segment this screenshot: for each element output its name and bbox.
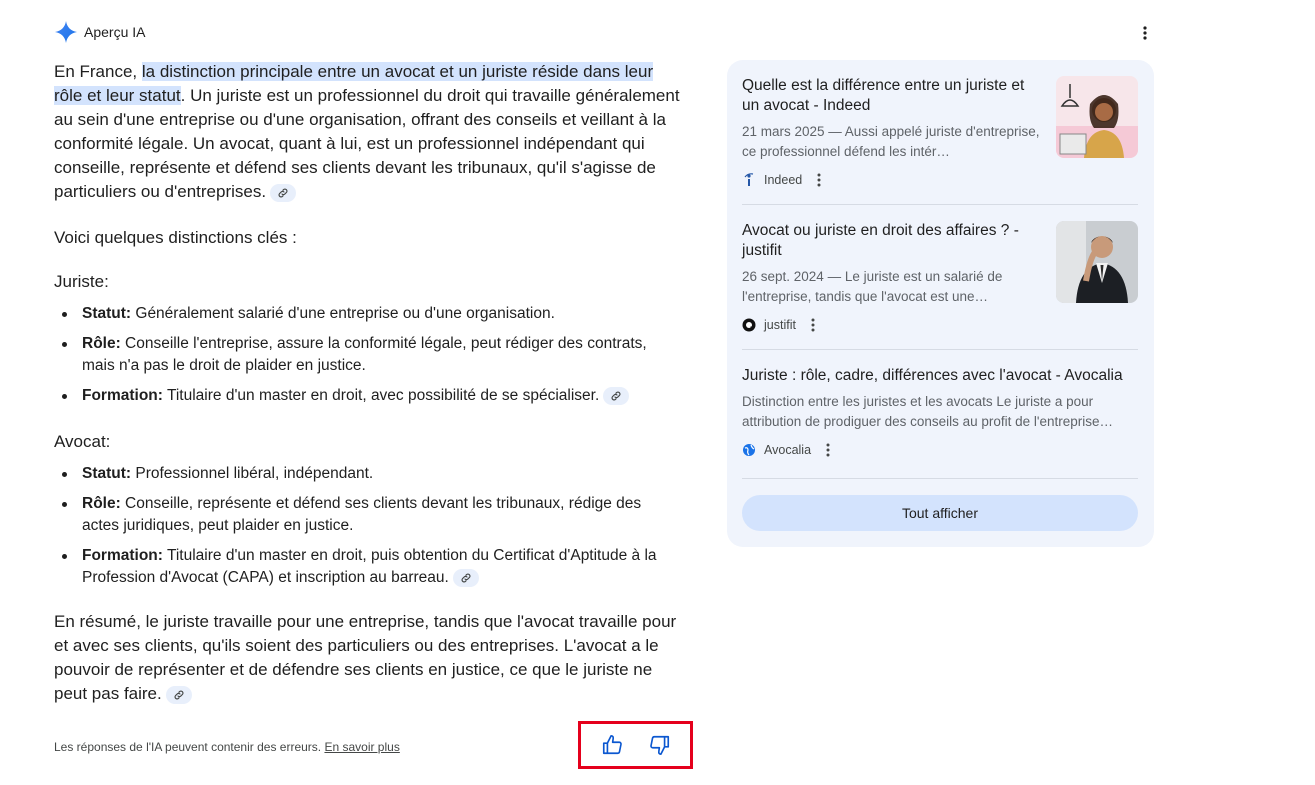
item-label: Rôle: bbox=[82, 495, 121, 512]
justifit-logo-icon bbox=[742, 318, 756, 332]
source-link-chip[interactable] bbox=[603, 386, 630, 405]
source-options-icon[interactable] bbox=[821, 442, 835, 458]
item-label: Formation: bbox=[82, 547, 163, 564]
item-label: Rôle: bbox=[82, 335, 121, 352]
source-site: justifit bbox=[742, 317, 1138, 333]
list-item: Statut: Généralement salarié d'une entre… bbox=[54, 303, 682, 325]
source-card-avocalia[interactable]: Juriste : rôle, cadre, différences avec … bbox=[742, 350, 1138, 458]
item-text: Titulaire d'un master en droit, avec pos… bbox=[162, 387, 600, 404]
sources-panel: Quelle est la différence entre un jurist… bbox=[727, 60, 1154, 547]
link-icon bbox=[461, 573, 471, 583]
ai-disclaimer: Les réponses de l'IA peuvent contenir de… bbox=[54, 740, 400, 754]
source-card-indeed[interactable]: Quelle est la différence entre un jurist… bbox=[742, 60, 1138, 188]
answer-text: En France, bbox=[54, 62, 142, 81]
gemini-spark-icon bbox=[55, 21, 77, 43]
list-item: Formation: Titulaire d'un master en droi… bbox=[54, 545, 682, 589]
list-item: Statut: Professionnel libéral, indépenda… bbox=[54, 463, 682, 485]
thumbs-up-button[interactable] bbox=[599, 732, 625, 758]
disclaimer-text: Les réponses de l'IA peuvent contenir de… bbox=[54, 740, 325, 754]
source-options-icon[interactable] bbox=[806, 317, 820, 333]
avocat-list: Statut: Professionnel libéral, indépenda… bbox=[54, 463, 682, 597]
globe-icon bbox=[742, 443, 756, 457]
juriste-list: Statut: Généralement salarié d'une entre… bbox=[54, 303, 682, 415]
item-text: Conseille l'entreprise, assure la confor… bbox=[82, 335, 647, 374]
source-snippet: 21 mars 2025 — Aussi appelé juriste d'en… bbox=[742, 124, 1040, 159]
thumbs-down-icon bbox=[649, 735, 669, 755]
source-thumbnail bbox=[1056, 76, 1138, 158]
source-link-chip[interactable] bbox=[452, 568, 479, 587]
link-icon bbox=[278, 188, 288, 197]
indeed-logo-icon bbox=[742, 173, 756, 187]
source-site-name: Indeed bbox=[764, 173, 803, 187]
item-text: Professionnel libéral, indépendant. bbox=[131, 465, 374, 482]
show-all-button[interactable]: Tout afficher bbox=[742, 495, 1138, 531]
source-site-name: justifit bbox=[764, 318, 796, 332]
answer-paragraph: En France, la distinction principale ent… bbox=[54, 60, 682, 204]
more-options-icon[interactable] bbox=[1134, 22, 1156, 44]
ai-overview-title: Aperçu IA bbox=[84, 24, 146, 40]
source-card-justifit[interactable]: Avocat ou juriste en droit des affaires … bbox=[742, 205, 1138, 333]
item-label: Statut: bbox=[82, 305, 132, 322]
source-options-icon[interactable] bbox=[812, 172, 826, 188]
feedback-group bbox=[578, 721, 693, 769]
source-thumbnail bbox=[1056, 221, 1138, 303]
list-item: Formation: Titulaire d'un master en droi… bbox=[54, 385, 682, 407]
avocat-heading: Avocat: bbox=[54, 432, 111, 451]
list-item: Rôle: Conseille, représente et défend se… bbox=[54, 493, 682, 537]
source-site: Indeed bbox=[742, 172, 1138, 188]
item-text: Généralement salarié d'une entreprise ou… bbox=[131, 305, 555, 322]
juriste-heading: Juriste: bbox=[54, 272, 109, 291]
source-title[interactable]: Quelle est la différence entre un jurist… bbox=[742, 76, 1042, 116]
source-site-name: Avocalia bbox=[764, 443, 812, 457]
intro-text: Voici quelques distinctions clés : bbox=[54, 228, 297, 247]
item-text: Conseille, représente et défend ses clie… bbox=[82, 495, 642, 534]
item-label: Formation: bbox=[82, 387, 163, 404]
item-label: Statut: bbox=[82, 465, 132, 482]
thumbs-down-button[interactable] bbox=[647, 732, 673, 758]
thumbs-up-icon bbox=[602, 735, 622, 755]
divider bbox=[742, 478, 1138, 479]
link-icon bbox=[174, 690, 184, 699]
source-title[interactable]: Juriste : rôle, cadre, différences avec … bbox=[742, 366, 1138, 386]
link-icon bbox=[611, 391, 621, 401]
item-text: Titulaire d'un master en droit, puis obt… bbox=[82, 547, 657, 586]
summary-text: En résumé, le juriste travaille pour une… bbox=[54, 612, 677, 703]
summary-paragraph: En résumé, le juriste travaille pour une… bbox=[54, 610, 682, 706]
source-snippet: Distinction entre les juristes et les av… bbox=[742, 394, 1114, 429]
source-link-chip[interactable] bbox=[270, 183, 297, 202]
source-title[interactable]: Avocat ou juriste en droit des affaires … bbox=[742, 221, 1042, 261]
ai-overview-header: Aperçu IA bbox=[54, 20, 145, 44]
source-snippet: 26 sept. 2024 — Le juriste est un salari… bbox=[742, 269, 1003, 304]
source-site: Avocalia bbox=[742, 442, 1138, 458]
list-item: Rôle: Conseille l'entreprise, assure la … bbox=[54, 333, 682, 377]
source-link-chip[interactable] bbox=[165, 685, 192, 704]
ai-answer: En France, la distinction principale ent… bbox=[54, 60, 682, 704]
learn-more-link[interactable]: En savoir plus bbox=[324, 740, 399, 754]
